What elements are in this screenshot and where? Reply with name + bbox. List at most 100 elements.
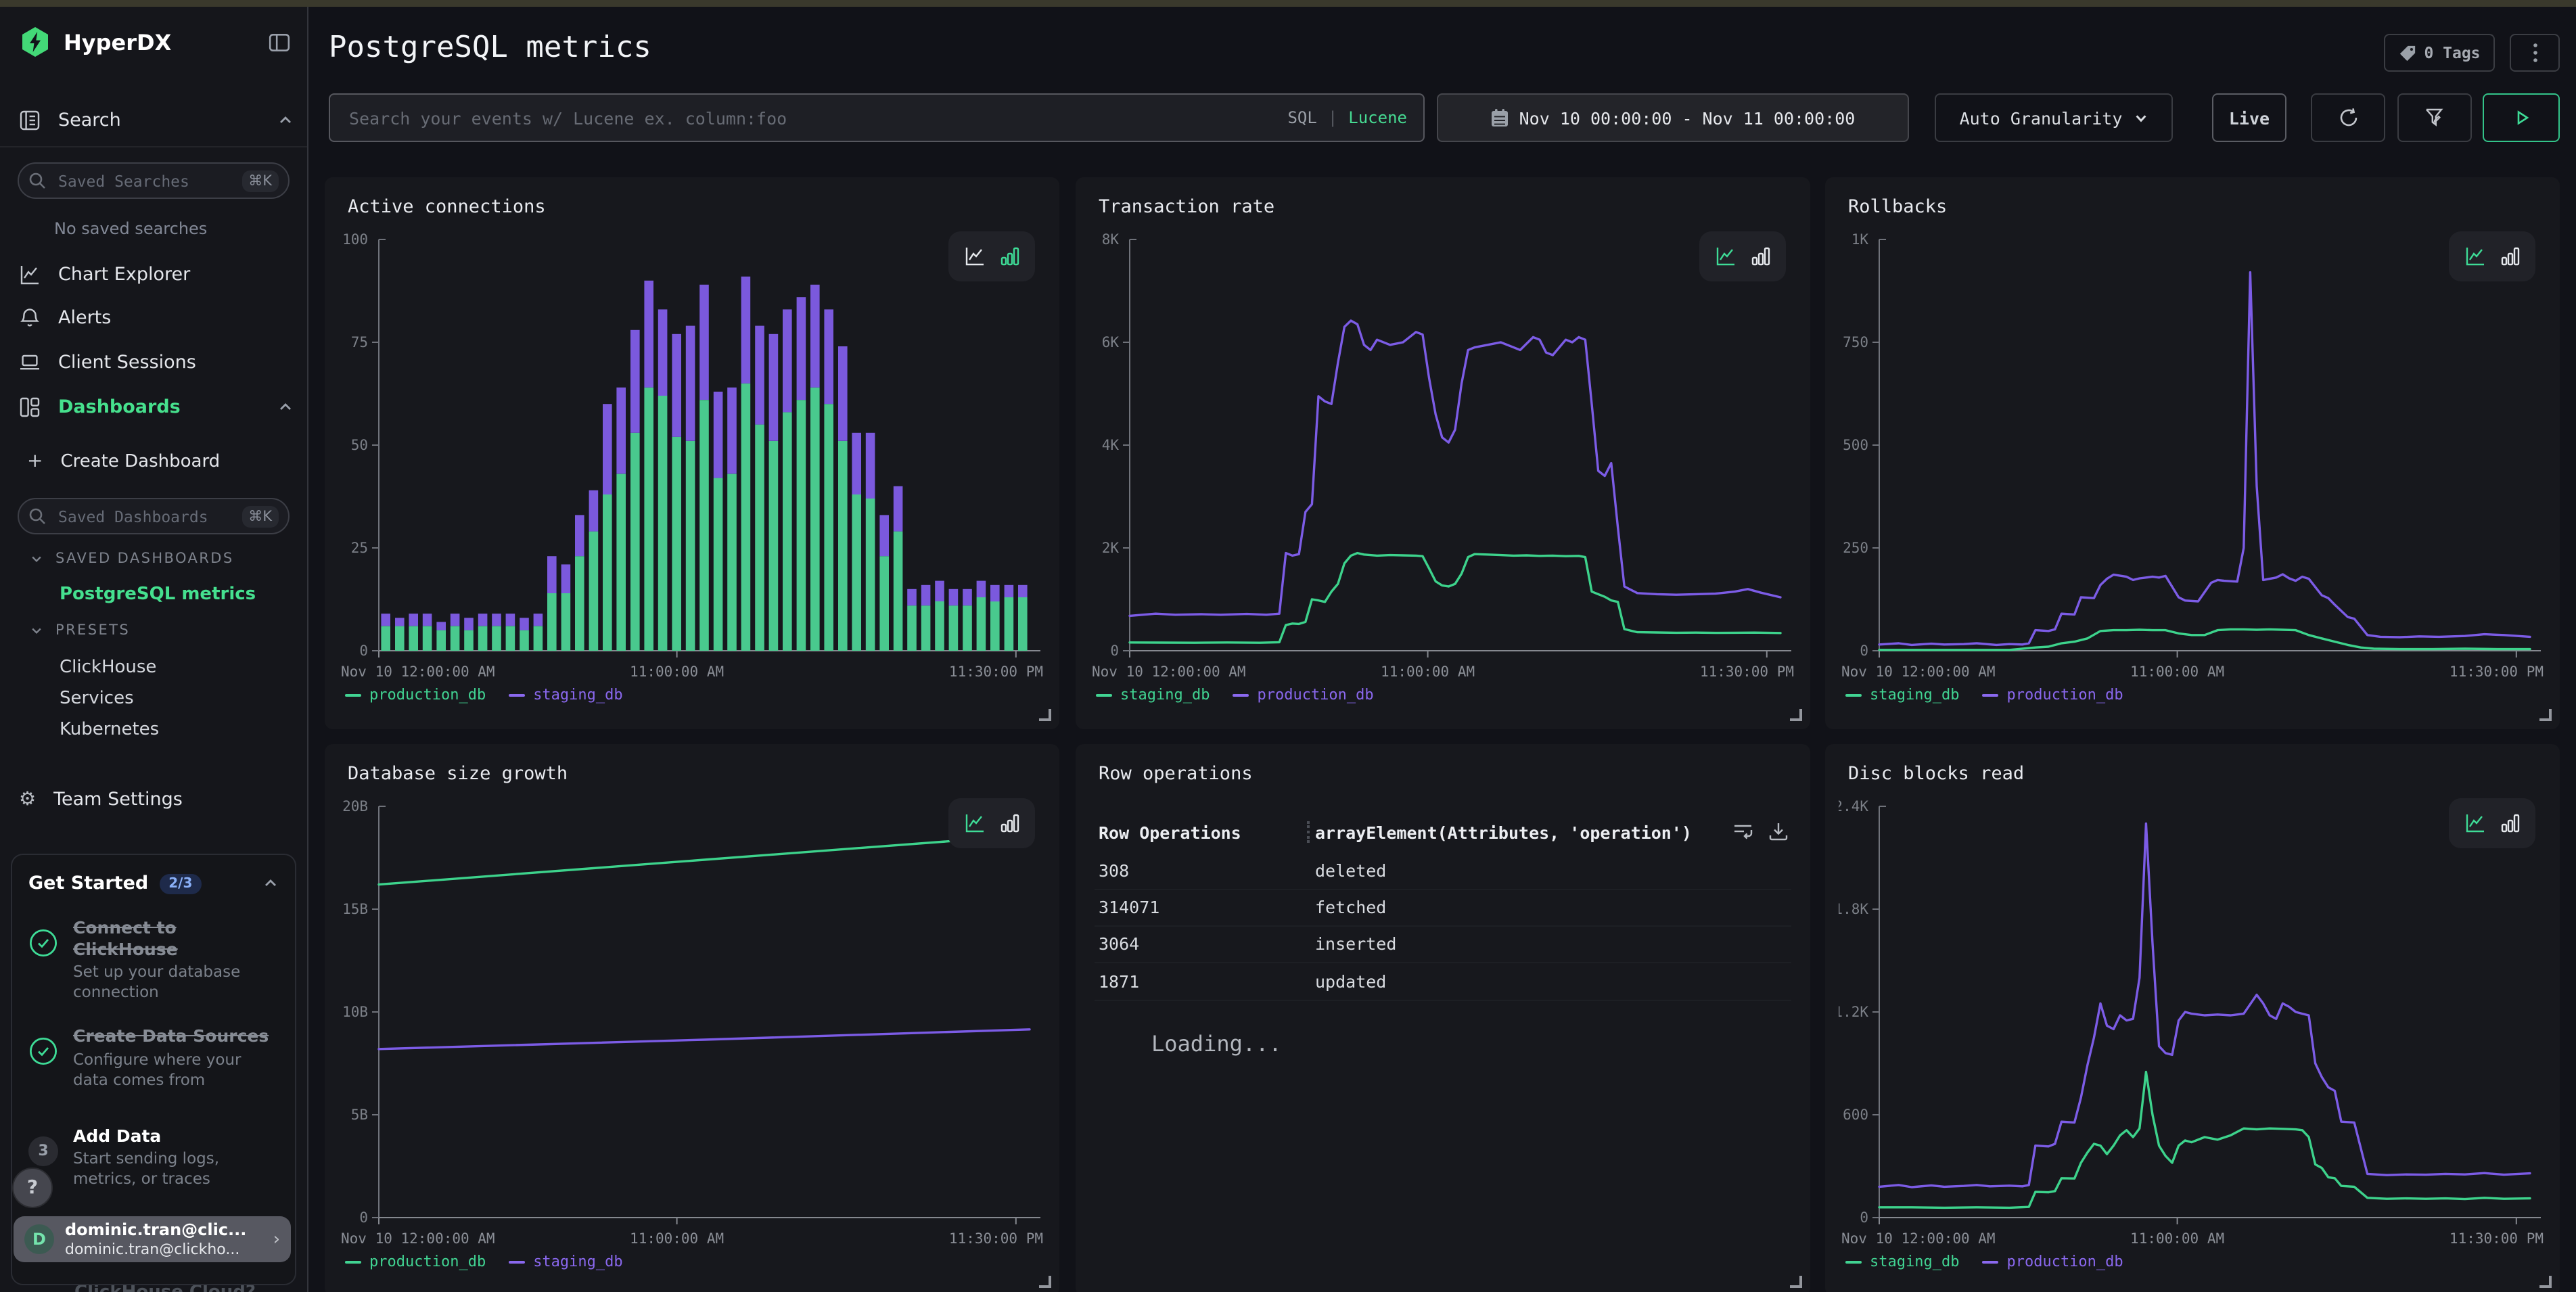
filter-button[interactable]	[2397, 93, 2472, 142]
journal-icon	[19, 110, 41, 131]
tags-button[interactable]: 0 Tags	[2384, 34, 2495, 72]
granularity-dropdown[interactable]: Auto Granularity	[1935, 93, 2173, 142]
row-value: 3064	[1099, 933, 1139, 954]
search-icon	[28, 172, 46, 189]
section-label: PRESETS	[55, 622, 130, 639]
table-column-header[interactable]: arrayElement(Attributes, 'operation')	[1315, 823, 1692, 843]
bar-chart-icon[interactable]	[998, 812, 1020, 834]
legend-item[interactable]: staging_db	[509, 686, 622, 703]
step-title: Connect to ClickHouse	[73, 917, 279, 960]
date-range-picker[interactable]: Nov 10 00:00:00 - Nov 11 00:00:00	[1437, 93, 1909, 142]
table-column-header[interactable]: Row Operations	[1099, 823, 1241, 843]
line-chart-icon[interactable]	[963, 812, 985, 834]
run-query-button[interactable]	[2483, 93, 2560, 142]
sidebar-item-alerts[interactable]: Alerts	[19, 300, 294, 336]
legend-item[interactable]: production_db	[345, 686, 486, 703]
bar-chart-icon[interactable]	[1749, 246, 1771, 267]
line-chart-icon[interactable]	[2464, 246, 2485, 267]
svg-text:5B: 5B	[351, 1107, 368, 1123]
table-row[interactable]: 308 deleted	[1095, 852, 1791, 890]
resize-handle[interactable]	[2539, 1276, 2552, 1288]
wrap-lines-icon[interactable]	[1733, 821, 1753, 841]
bell-icon	[19, 307, 41, 329]
legend-item[interactable]: staging_db	[1096, 686, 1210, 703]
legend-item[interactable]: staging_db	[1845, 1253, 1959, 1270]
legend-item[interactable]: production_db	[345, 1253, 486, 1270]
resize-handle[interactable]	[1790, 1276, 1802, 1288]
legend-label: staging_db	[533, 1253, 622, 1270]
legend-item[interactable]: production_db	[1982, 1253, 2123, 1270]
svg-text:0: 0	[1860, 1209, 1868, 1226]
line-chart-icon[interactable]	[1714, 246, 1736, 267]
user-menu[interactable]: D dominic.tran@clic... dominic.tran@clic…	[14, 1216, 291, 1262]
saved-dashboards-search[interactable]: ⌘K	[18, 498, 290, 534]
svg-text:Nov 10 12:00:00 AM: Nov 10 12:00:00 AM	[1841, 664, 1996, 680]
svg-text:1K: 1K	[1852, 231, 1869, 248]
sidebar-item-clickhouse[interactable]: ClickHouse	[60, 657, 156, 678]
chart-plot[interactable]: 0255075100Nov 10 12:00:00 AM11:00:00 AM1…	[338, 226, 1046, 686]
search-input[interactable]	[346, 106, 1276, 129]
table-row[interactable]: 3064 inserted	[1095, 925, 1791, 963]
chart-title: Row operations	[1099, 763, 1253, 785]
more-options-button[interactable]	[2510, 34, 2560, 72]
section-saved-dashboards[interactable]: SAVED DASHBOARDS	[30, 551, 234, 567]
help-button[interactable]: ?	[12, 1168, 53, 1208]
download-icon[interactable]	[1768, 821, 1789, 841]
brand-name: HyperDX	[64, 29, 256, 55]
calendar-icon	[1491, 108, 1509, 127]
line-chart-icon[interactable]	[963, 246, 985, 267]
chart-plot[interactable]: 05B10B15B20BNov 10 12:00:00 AM11:00:00 A…	[338, 793, 1046, 1253]
sidebar-item-client-sessions[interactable]: Client Sessions	[19, 345, 294, 380]
legend-label: staging_db	[1870, 1253, 1959, 1270]
bar-chart-icon[interactable]	[2499, 246, 2521, 267]
chart-legend: staging_db production_db	[1096, 686, 1374, 703]
chart-plot[interactable]: 02505007501KNov 10 12:00:00 AM11:00:00 A…	[1839, 226, 2546, 686]
saved-searches-input[interactable]	[55, 170, 232, 191]
get-started-title: Get Started	[28, 873, 148, 894]
sql-toggle[interactable]: SQL	[1287, 108, 1316, 127]
sidebar-item-services[interactable]: Services	[60, 689, 134, 709]
sidebar-item-dashboards[interactable]: Dashboards	[19, 390, 294, 425]
saved-searches-search[interactable]: ⌘K	[18, 162, 290, 199]
svg-text:0: 0	[1860, 643, 1868, 659]
sidebar-item-search[interactable]: Search	[19, 103, 294, 138]
bar-chart-icon[interactable]	[998, 246, 1020, 267]
step-subtitle: Configure where your data comes from	[73, 1050, 279, 1090]
live-button[interactable]: Live	[2212, 93, 2286, 142]
chart-type-toolbar	[1699, 231, 1786, 281]
create-dashboard-button[interactable]: + Create Dashboard	[27, 444, 294, 479]
step-title: Add Data	[73, 1125, 279, 1146]
sidebar-item-kubernetes[interactable]: Kubernetes	[60, 720, 159, 740]
lucene-toggle[interactable]: Lucene	[1348, 108, 1407, 127]
svg-text:0: 0	[359, 1209, 368, 1226]
chart-plot[interactable]: 02K4K6K8KNov 10 12:00:00 AM11:00:00 AM11…	[1089, 226, 1797, 686]
saved-dashboards-input[interactable]	[55, 505, 232, 527]
resize-handle[interactable]	[1790, 709, 1802, 721]
table-row[interactable]: 1871 updated	[1095, 963, 1791, 1001]
collapse-sidebar-icon[interactable]	[268, 30, 291, 53]
table-row[interactable]: 314071 fetched	[1095, 889, 1791, 927]
chart-plot[interactable]: 06001.2K1.8K2.4KNov 10 12:00:00 AM11:00:…	[1839, 793, 2546, 1253]
resize-handle[interactable]	[1039, 1276, 1051, 1288]
svg-text:6K: 6K	[1102, 334, 1120, 350]
bar-chart-icon[interactable]	[2499, 812, 2521, 834]
search-icon	[28, 507, 46, 525]
chevron-up-icon[interactable]	[262, 875, 279, 892]
legend-item[interactable]: production_db	[1982, 686, 2123, 703]
sidebar-item-team-settings[interactable]: ⚙ Team Settings	[19, 782, 294, 817]
get-started-step-add-data[interactable]: 3 Add Data Start sending logs, metrics, …	[28, 1125, 279, 1189]
sidebar-item-chart-explorer[interactable]: Chart Explorer	[19, 257, 294, 292]
svg-text:11:30:00 PM: 11:30:00 PM	[949, 1230, 1043, 1247]
sidebar-item-postgresql-metrics[interactable]: PostgreSQL metrics	[60, 584, 256, 605]
refresh-button[interactable]	[2311, 93, 2385, 142]
resize-handle[interactable]	[2539, 709, 2552, 721]
line-chart-icon[interactable]	[2464, 812, 2485, 834]
legend-item[interactable]: staging_db	[1845, 686, 1959, 703]
get-started-step-connect[interactable]: Connect to ClickHouse Set up your databa…	[28, 917, 279, 1002]
svg-text:0: 0	[359, 643, 368, 659]
get-started-step-sources[interactable]: Create Data Sources Configure where your…	[28, 1025, 279, 1090]
legend-item[interactable]: production_db	[1233, 686, 1373, 703]
resize-handle[interactable]	[1039, 709, 1051, 721]
legend-item[interactable]: staging_db	[509, 1253, 622, 1270]
section-presets[interactable]: PRESETS	[30, 622, 130, 639]
